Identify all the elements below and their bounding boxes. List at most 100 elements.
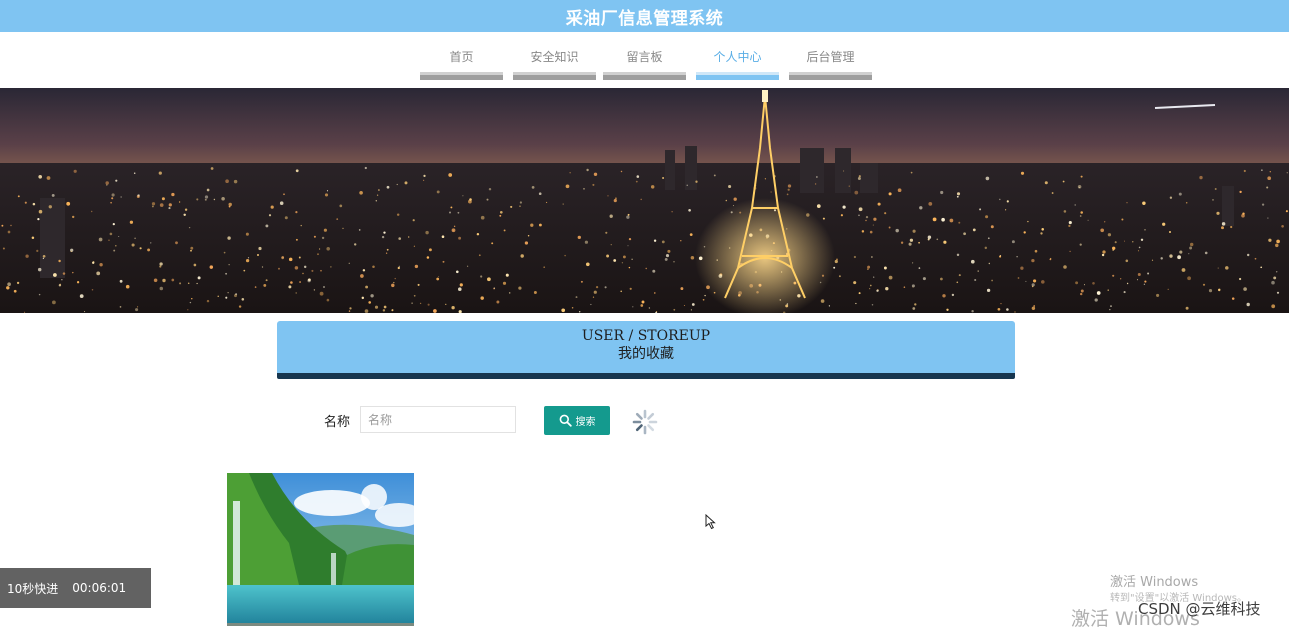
city-light bbox=[1017, 277, 1020, 279]
city-light bbox=[425, 230, 429, 235]
city-light bbox=[871, 303, 874, 306]
city-light bbox=[575, 296, 578, 299]
city-light bbox=[977, 270, 979, 272]
city-light bbox=[336, 218, 339, 220]
favorite-item-image[interactable] bbox=[227, 473, 414, 626]
city-light bbox=[673, 308, 676, 311]
city-light bbox=[858, 207, 863, 212]
city-light bbox=[527, 235, 530, 237]
city-light bbox=[278, 267, 280, 270]
city-light bbox=[626, 215, 630, 219]
nav-item-admin[interactable]: 后台管理 bbox=[789, 48, 872, 80]
city-light bbox=[974, 278, 977, 282]
city-light bbox=[869, 230, 873, 234]
city-light bbox=[193, 263, 197, 267]
city-light bbox=[764, 178, 767, 180]
city-light bbox=[1094, 298, 1098, 302]
city-light bbox=[956, 253, 960, 257]
city-light bbox=[733, 197, 737, 201]
city-light bbox=[326, 247, 330, 251]
city-light bbox=[702, 298, 705, 301]
fast-forward-label[interactable]: 10秒快进 bbox=[7, 580, 58, 597]
nav-item-safety[interactable]: 安全知识 bbox=[513, 48, 596, 80]
city-light bbox=[16, 281, 20, 285]
search-button[interactable]: 搜索 bbox=[544, 406, 610, 435]
city-light bbox=[413, 294, 416, 297]
city-light bbox=[610, 244, 612, 246]
city-light bbox=[1031, 285, 1034, 288]
city-light bbox=[217, 295, 219, 297]
city-light bbox=[1120, 278, 1122, 280]
city-light bbox=[912, 229, 916, 233]
city-light bbox=[1286, 172, 1288, 174]
city-light bbox=[1144, 280, 1147, 283]
city-light bbox=[865, 219, 867, 222]
city-light bbox=[348, 262, 350, 264]
city-light bbox=[326, 190, 329, 192]
city-light bbox=[683, 305, 685, 306]
city-light bbox=[311, 269, 314, 272]
city-light bbox=[438, 276, 440, 278]
city-light bbox=[1225, 266, 1229, 270]
city-light bbox=[283, 193, 285, 196]
city-light bbox=[1243, 169, 1246, 173]
city-light bbox=[13, 289, 17, 293]
city-light bbox=[111, 197, 114, 200]
city-light bbox=[158, 171, 162, 175]
city-light bbox=[1121, 218, 1124, 221]
city-light bbox=[1, 224, 4, 227]
city-light bbox=[188, 226, 191, 229]
city-light bbox=[17, 195, 20, 198]
city-light bbox=[196, 198, 199, 201]
city-light bbox=[770, 191, 772, 193]
city-light bbox=[613, 199, 617, 203]
city-light bbox=[1273, 276, 1277, 280]
city-light bbox=[115, 245, 117, 247]
city-light bbox=[1075, 281, 1079, 285]
banner-image bbox=[0, 88, 1289, 313]
city-light bbox=[867, 265, 871, 269]
city-light bbox=[42, 254, 46, 258]
city-light bbox=[628, 237, 632, 241]
nav-item-profile[interactable]: 个人中心 bbox=[696, 48, 779, 80]
city-light bbox=[627, 245, 629, 247]
city-light bbox=[324, 193, 329, 197]
city-light bbox=[349, 307, 352, 310]
nav-label: 首页 bbox=[449, 50, 474, 64]
city-light bbox=[281, 256, 285, 259]
city-light bbox=[840, 214, 843, 217]
video-playback-overlay[interactable]: 10秒快进 00:06:01 bbox=[0, 568, 151, 608]
city-light bbox=[1087, 219, 1089, 221]
city-light bbox=[1132, 241, 1134, 243]
nav-underline bbox=[513, 72, 596, 80]
city-light bbox=[137, 194, 140, 197]
city-light bbox=[822, 217, 825, 220]
city-light bbox=[376, 194, 379, 196]
city-light bbox=[469, 198, 472, 201]
city-light bbox=[613, 259, 617, 262]
city-light bbox=[928, 202, 933, 206]
city-light bbox=[317, 253, 319, 256]
city-light bbox=[606, 254, 610, 258]
search-label: 名称 bbox=[324, 415, 351, 430]
city-light bbox=[914, 303, 917, 306]
city-light bbox=[888, 275, 893, 280]
city-light bbox=[391, 309, 394, 311]
city-light bbox=[1254, 257, 1257, 260]
city-light bbox=[414, 264, 419, 269]
city-light bbox=[1112, 249, 1115, 251]
nav-item-home[interactable]: 首页 bbox=[420, 48, 503, 80]
city-light bbox=[348, 310, 351, 312]
city-light bbox=[704, 294, 706, 297]
city-light bbox=[927, 235, 932, 239]
nav-item-messages[interactable]: 留言板 bbox=[603, 48, 686, 80]
city-light bbox=[508, 292, 511, 294]
search-input[interactable] bbox=[360, 406, 516, 433]
city-light bbox=[595, 285, 599, 289]
city-light bbox=[865, 215, 869, 219]
city-light bbox=[614, 197, 617, 200]
city-light bbox=[426, 256, 430, 259]
city-light bbox=[1005, 209, 1007, 211]
city-light bbox=[593, 172, 598, 176]
city-light bbox=[225, 296, 228, 299]
